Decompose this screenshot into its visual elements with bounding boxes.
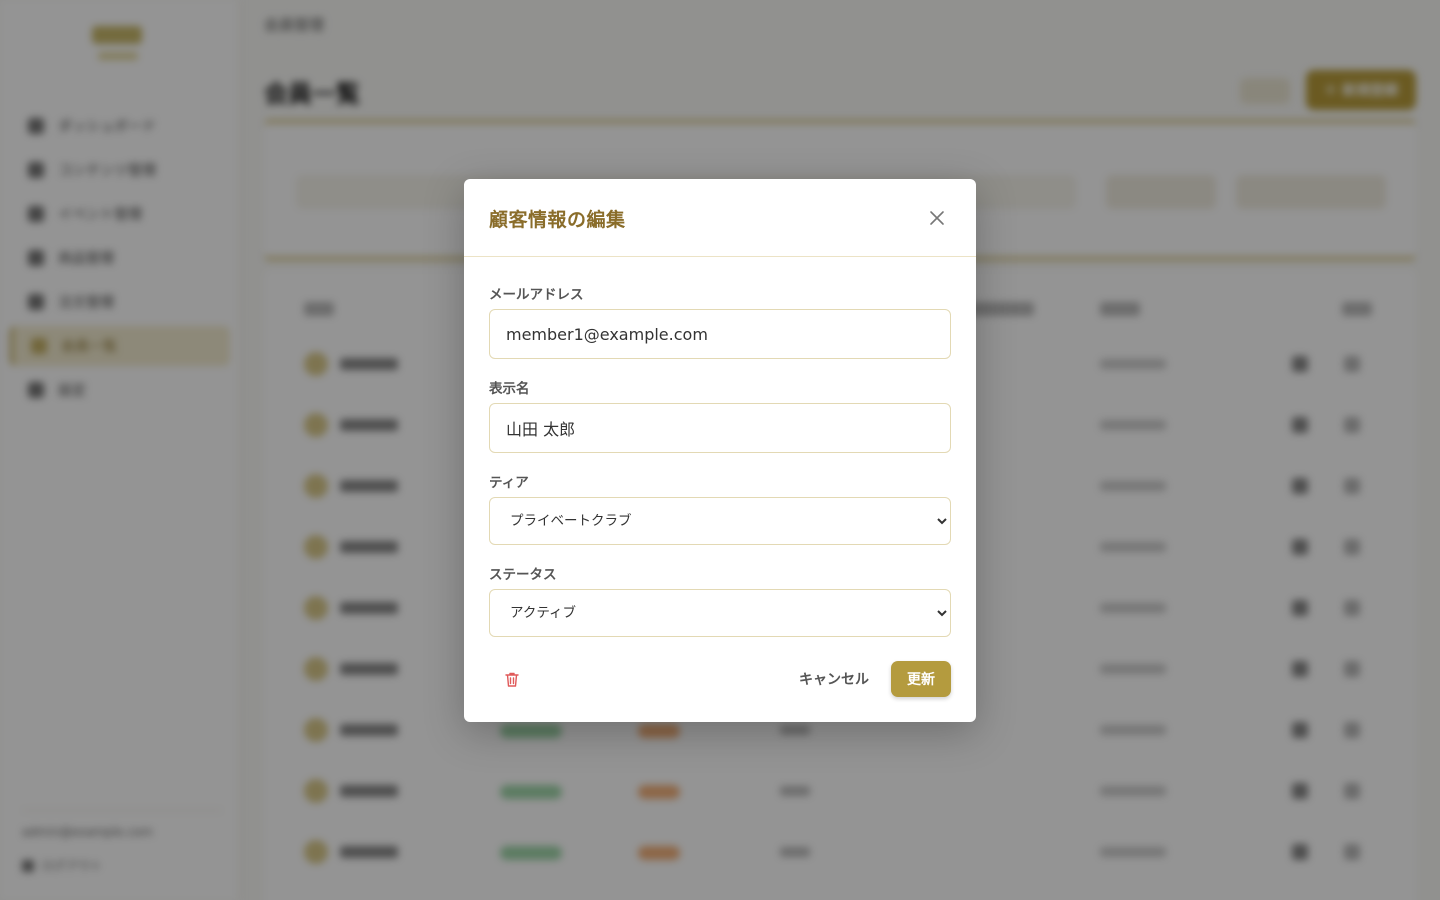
dialog-title: 顧客情報の編集 [489, 209, 626, 231]
close-button[interactable] [924, 205, 950, 231]
email-field[interactable] [489, 309, 951, 359]
tier-select[interactable]: プライベートクラブ [489, 497, 951, 545]
status-label: ステータス [489, 567, 557, 583]
delete-button[interactable] [500, 667, 524, 691]
update-button[interactable]: 更新 [891, 661, 951, 697]
display-name-label: 表示名 [489, 381, 530, 397]
cancel-button[interactable]: キャンセル [791, 662, 877, 696]
tier-label: ティア [489, 475, 529, 491]
status-select[interactable]: アクティブ [489, 589, 951, 637]
edit-customer-dialog: 顧客情報の編集 メールアドレス 表示名 ティア プライベートクラブ ステータス … [464, 179, 976, 722]
trash-icon [505, 672, 519, 687]
dialog-header: 顧客情報の編集 [464, 179, 976, 257]
close-icon [930, 211, 944, 225]
email-label: メールアドレス [489, 287, 584, 303]
display-name-field[interactable] [489, 403, 951, 453]
